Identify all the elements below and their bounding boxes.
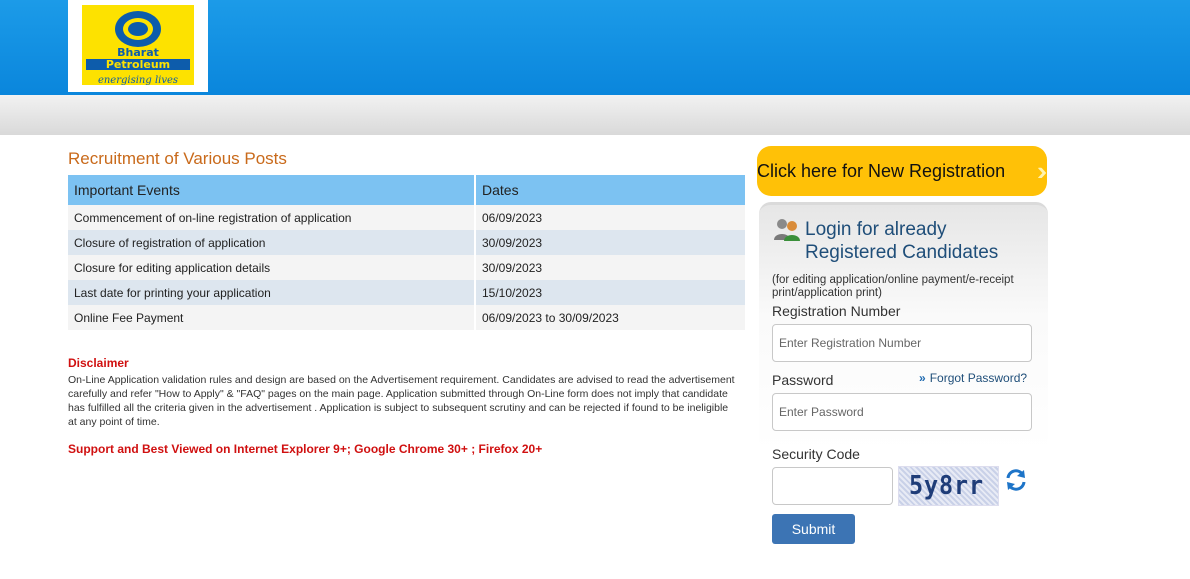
disclaimer-text: On-Line Application validation rules and… <box>68 374 735 428</box>
important-events-table: Important Events Dates Commencement of o… <box>68 175 747 330</box>
date-cell: 30/09/2023 <box>475 255 747 280</box>
table-header-row: Important Events Dates <box>68 175 747 205</box>
company-logo: Bharat Petroleum energising lives <box>68 0 208 92</box>
registration-number-input[interactable] <box>772 324 1032 362</box>
page-title: Recruitment of Various Posts <box>68 149 287 168</box>
security-code-input[interactable] <box>772 467 893 505</box>
captcha-text: 5y8rr <box>909 471 984 501</box>
logo-tagline: energising lives <box>97 75 179 86</box>
column-header-dates: Dates <box>475 175 747 205</box>
login-note: (for editing application/online payment/… <box>772 274 1014 299</box>
password-label: Password <box>772 372 834 388</box>
double-chevron-right-icon: » <box>919 371 926 385</box>
refresh-icon[interactable] <box>1004 468 1028 492</box>
double-chevron-right-icon: ››› <box>1037 156 1047 186</box>
event-cell: Commencement of on-line registration of … <box>68 205 476 230</box>
table-row: Closure for editing application details … <box>68 255 747 280</box>
date-cell: 06/09/2023 <box>475 205 747 230</box>
date-cell: 06/09/2023 to 30/09/2023 <box>475 305 747 330</box>
logo-emblem: Bharat Petroleum energising lives <box>82 5 194 86</box>
table-row: Closure of registration of application 3… <box>68 230 747 255</box>
security-code-label: Security Code <box>772 446 860 462</box>
login-title-line1: Login for already <box>805 219 947 240</box>
password-input[interactable] <box>772 393 1032 431</box>
forgot-password-link[interactable]: » Forgot Password? <box>919 371 1027 385</box>
event-cell: Last date for printing your application <box>68 280 476 305</box>
table-row: Last date for printing your application … <box>68 280 747 305</box>
login-title-line2: Registered Candidates <box>805 242 999 263</box>
new-registration-button[interactable]: Click here for New Registration ››› <box>757 146 1047 196</box>
browser-support-note: Support and Best Viewed on Internet Expl… <box>68 442 543 456</box>
registration-number-label: Registration Number <box>772 303 901 319</box>
disclaimer-title: Disclaimer <box>68 356 129 370</box>
event-cell: Closure of registration of application <box>68 230 476 255</box>
column-header-events: Important Events <box>68 175 476 205</box>
captcha-image: 5y8rr <box>898 466 999 506</box>
submit-button[interactable]: Submit <box>772 514 855 544</box>
header-bar: Bharat Petroleum energising lives <box>0 0 1190 95</box>
login-title: Login for already Registered Candidates <box>805 218 998 264</box>
nav-strip <box>0 95 1190 135</box>
forgot-password-label: Forgot Password? <box>929 371 1028 385</box>
event-cell: Closure for editing application details <box>68 255 476 280</box>
table-row: Online Fee Payment 06/09/2023 to 30/09/2… <box>68 305 747 330</box>
event-cell: Online Fee Payment <box>68 305 476 330</box>
logo-line2: Petroleum <box>86 59 190 70</box>
table-row: Commencement of on-line registration of … <box>68 205 747 230</box>
users-icon <box>774 219 800 241</box>
new-registration-label: Click here for New Registration <box>757 161 1006 181</box>
logo-text: Bharat Petroleum <box>82 47 194 70</box>
date-cell: 30/09/2023 <box>475 230 747 255</box>
date-cell: 15/10/2023 <box>475 280 747 305</box>
logo-circle-icon <box>115 11 161 47</box>
